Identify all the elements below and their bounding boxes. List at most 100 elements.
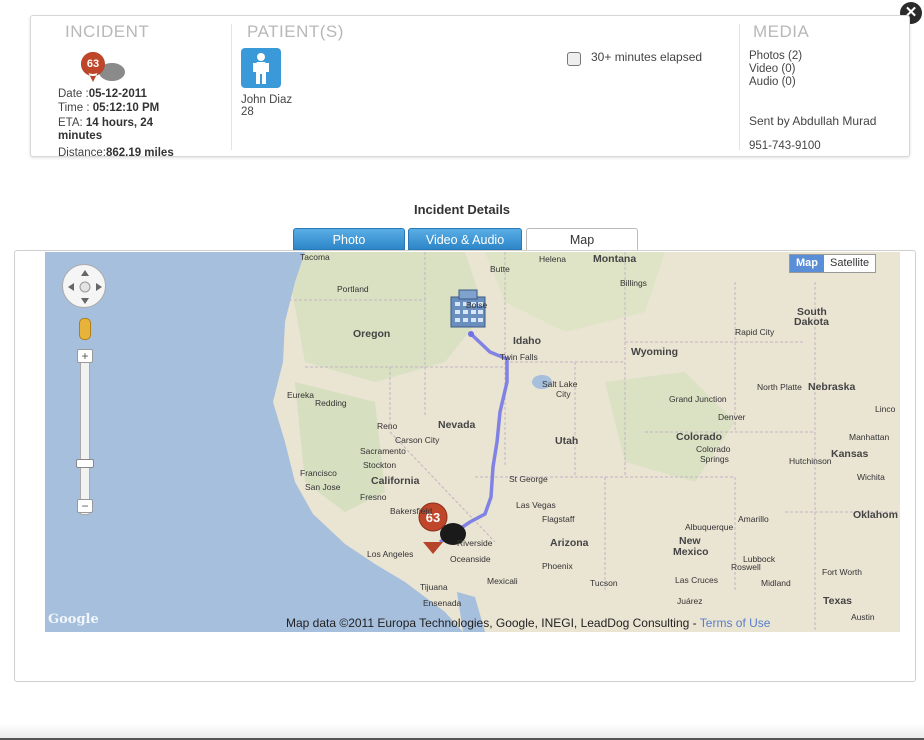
- label-nevada: Nevada: [438, 419, 476, 431]
- incident-info-panel: INCIDENT 63 Date :05-12-2011 Time : 05:1…: [30, 15, 910, 159]
- city-manhattan: Manhattan: [849, 432, 889, 442]
- city-colorado-springs: Colorado: [696, 444, 731, 454]
- city-lincoln: Linco: [875, 404, 896, 414]
- time-label: Time :: [58, 102, 93, 114]
- incident-date: Date :05-12-2011: [58, 88, 147, 100]
- label-south-dakota-2: Dakota: [794, 316, 829, 328]
- city-ensenada: Ensenada: [423, 598, 462, 608]
- city-denver: Denver: [718, 412, 746, 422]
- zoom-in-button[interactable]: +: [77, 349, 93, 363]
- tab-photo[interactable]: Photo: [293, 228, 405, 250]
- city-tijuana: Tijuana: [420, 582, 448, 592]
- city-north-platte: North Platte: [757, 382, 802, 392]
- city-portland: Portland: [337, 284, 369, 294]
- city-midland: Midland: [761, 578, 791, 588]
- label-wyoming: Wyoming: [631, 346, 678, 358]
- city-los-angeles: Los Angeles: [367, 549, 413, 559]
- patient-age: 28: [241, 106, 254, 118]
- elapsed-status: 30+ minutes elapsed: [591, 50, 703, 64]
- date-value: 05-12-2011: [88, 88, 147, 100]
- patient-icon[interactable]: [241, 48, 281, 88]
- media-audio-link[interactable]: Audio (0): [749, 76, 796, 88]
- incident-time: Time : 05:12:10 PM: [58, 102, 159, 114]
- map-type-satellite-button[interactable]: Satellite: [824, 255, 875, 272]
- patients-heading: PATIENT(S): [247, 22, 344, 41]
- label-montana: Montana: [593, 253, 636, 265]
- time-value: 05:12:10 PM: [92, 102, 160, 114]
- label-texas: Texas: [823, 595, 852, 607]
- map-attribution: Map data ©2011 Europa Technologies, Goog…: [286, 616, 770, 630]
- incident-distance: Distance:862.19 miles: [58, 147, 174, 159]
- sender-phone: 951-743-9100: [749, 140, 821, 152]
- map-view[interactable]: 63 Montana Oregon Idaho Wyoming South Da…: [45, 252, 900, 632]
- city-butte: Butte: [490, 264, 510, 274]
- city-san-jose: San Jose: [305, 482, 341, 492]
- city-austin: Austin: [851, 612, 875, 622]
- label-california: California: [371, 475, 420, 487]
- label-oregon: Oregon: [353, 328, 390, 340]
- label-oklahoma: Oklahom: [853, 509, 898, 521]
- zoom-slider-thumb[interactable]: [76, 459, 94, 468]
- label-idaho: Idaho: [513, 335, 541, 347]
- media-heading: MEDIA: [753, 22, 810, 41]
- city-albuquerque: Albuquerque: [685, 522, 733, 532]
- route-start-dot: [468, 331, 474, 337]
- media-photos-link[interactable]: Photos (2): [749, 50, 802, 62]
- distance-label: Distance:: [58, 147, 106, 159]
- city-rapid-city: Rapid City: [735, 327, 775, 337]
- city-san-francisco: Francisco: [300, 468, 337, 478]
- map-type-control: Map Satellite: [789, 254, 877, 273]
- incident-badge-number: 63: [87, 58, 99, 70]
- terms-of-use-link[interactable]: Terms of Use: [700, 616, 771, 630]
- city-sacramento: Sacramento: [360, 446, 406, 456]
- street-view-pegman-icon[interactable]: [79, 318, 91, 340]
- city-bakersfield: Bakersfield: [390, 506, 432, 516]
- incident-eta: ETA: 14 hours, 24: [58, 117, 153, 129]
- city-phoenix: Phoenix: [542, 561, 573, 571]
- pan-control[interactable]: [62, 264, 106, 308]
- label-kansas: Kansas: [831, 448, 869, 460]
- city-fort-worth: Fort Worth: [822, 567, 862, 577]
- label-arizona: Arizona: [550, 537, 589, 549]
- incident-heading: INCIDENT: [65, 22, 150, 41]
- city-riverside: Riverside: [457, 538, 493, 548]
- divider: [739, 24, 740, 150]
- google-logo: Google: [48, 612, 99, 627]
- zoom-slider-track[interactable]: [80, 350, 90, 515]
- city-helena: Helena: [539, 254, 566, 264]
- date-label: Date :: [58, 88, 89, 100]
- city-mexicali: Mexicali: [487, 576, 518, 586]
- city-st-george: St George: [509, 474, 548, 484]
- clock-icon: [567, 52, 581, 66]
- city-fresno: Fresno: [360, 492, 387, 502]
- incident-details-title: Incident Details: [413, 202, 511, 217]
- divider: [231, 24, 232, 150]
- patient-name: John Diaz: [241, 94, 293, 106]
- zoom-out-button[interactable]: −: [77, 499, 93, 513]
- label-utah: Utah: [555, 435, 578, 447]
- eta-value: 14 hours, 24: [85, 117, 154, 129]
- city-boise: Boise: [466, 300, 488, 310]
- city-hutchinson: Hutchinson: [789, 456, 832, 466]
- tab-map[interactable]: Map: [526, 228, 638, 250]
- map-type-map-button[interactable]: Map: [790, 255, 824, 272]
- sent-by: Sent by Abdullah Murad: [749, 114, 877, 128]
- city-billings: Billings: [620, 278, 647, 288]
- city-carson-city: Carson City: [395, 435, 440, 445]
- city-salt-lake-2: City: [556, 389, 571, 399]
- label-new-mexico-2: Mexico: [673, 546, 709, 558]
- city-twin-falls: Twin Falls: [500, 352, 538, 362]
- city-las-cruces: Las Cruces: [675, 575, 718, 585]
- city-amarillo: Amarillo: [738, 514, 769, 524]
- city-salt-lake: Salt Lake: [542, 379, 578, 389]
- media-video-link[interactable]: Video (0): [749, 63, 795, 75]
- tab-video-audio[interactable]: Video & Audio: [408, 228, 522, 250]
- map-canvas: 63 Montana Oregon Idaho Wyoming South Da…: [45, 252, 900, 632]
- label-nebraska: Nebraska: [808, 381, 855, 393]
- person-icon: [253, 53, 269, 84]
- city-oceanside: Oceanside: [450, 554, 491, 564]
- incident-pin-icon: 63: [80, 52, 125, 82]
- city-stockton: Stockton: [363, 460, 396, 470]
- city-tacoma: Tacoma: [300, 252, 330, 262]
- city-juarez: Juárez: [677, 596, 703, 606]
